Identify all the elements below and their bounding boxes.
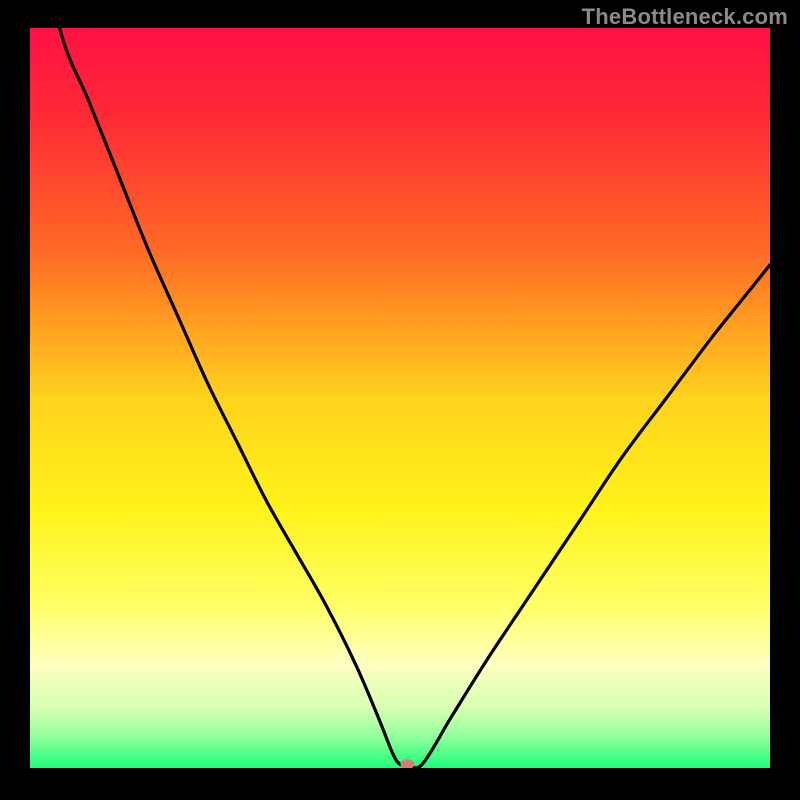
chart-svg <box>0 0 800 800</box>
watermark-text: TheBottleneck.com <box>582 4 788 30</box>
chart-container: TheBottleneck.com <box>0 0 800 800</box>
plot-area <box>30 28 770 768</box>
optimal-marker <box>400 759 414 769</box>
